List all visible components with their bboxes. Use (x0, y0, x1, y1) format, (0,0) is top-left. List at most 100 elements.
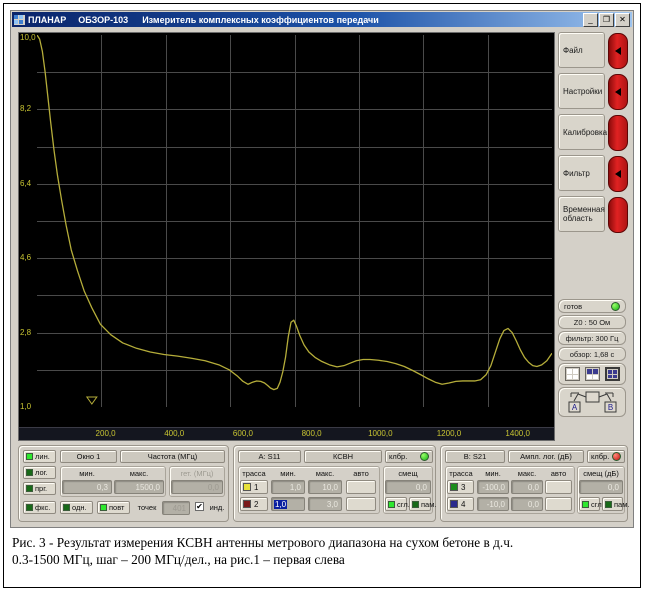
maximize-icon: ❐ (602, 15, 611, 24)
channel-a-format-selector[interactable]: КСВН (304, 450, 382, 463)
x-tick-label-0: 200,0 (95, 429, 116, 438)
title-bar: ПЛАНАР ОБЗОР-103 Измеритель комплексных … (12, 12, 632, 27)
menu-hardkey-4[interactable] (608, 156, 628, 192)
channel-a-trace-1-auto[interactable] (346, 480, 376, 494)
triangle-left-icon (615, 170, 621, 178)
channel-b-selector[interactable]: B: S21 (445, 450, 505, 463)
x-tick-label-6: 1400,0 (505, 429, 530, 438)
channel-b-smooth-button[interactable]: сгл. (579, 497, 604, 511)
layout-2x2-b-icon[interactable] (584, 367, 600, 381)
sweep-mode-lin-button[interactable]: лин. (23, 450, 56, 463)
trigger-single-button[interactable]: одн. (60, 501, 93, 514)
sweep-mode-fix-button[interactable]: фкс. (23, 501, 56, 514)
chart-canvas (36, 34, 553, 407)
window-selector[interactable]: Окно 1 (60, 450, 117, 463)
trace-2-color-swatch-icon (243, 500, 251, 508)
channel-a-panel: A: S11 КСВН клбр. трасса мин. макс. авто… (233, 445, 436, 522)
channel-b-trace-3-min[interactable]: -100,0 (477, 480, 509, 494)
channel-a-trace-2-min[interactable]: 1,0 (271, 497, 305, 511)
layout-2x2-c-icon[interactable] (604, 367, 620, 381)
channel-a-offset-field[interactable]: 0,0 (385, 480, 431, 494)
status-impedance[interactable]: Z0 : 50 Ом (558, 315, 626, 329)
y-axis (19, 33, 39, 440)
freq-min-field[interactable]: 0,3 (62, 480, 112, 494)
measurement-plot[interactable]: 1,0 2,8 4,6 6,4 8,2 10,0 200,0 400,0 600,0 800,0… (18, 32, 555, 441)
menu-button-label: Фильтр (563, 168, 590, 178)
menu-button-1[interactable]: Файл (558, 32, 605, 68)
menu-button-2[interactable]: Настройки (558, 73, 605, 109)
layout-2x2-a-icon[interactable] (564, 367, 580, 381)
trigger-repeat-button[interactable]: повт (97, 501, 130, 514)
log-led-icon (26, 469, 33, 476)
sweep-parameter-label: Частота (МГц) (147, 452, 198, 461)
channel-a-selector[interactable]: A: S11 (238, 450, 301, 463)
menu-button-3[interactable]: Калибровка (558, 114, 608, 150)
x-tick-label-5: 1200,0 (436, 429, 462, 438)
channel-a-trace-1-max[interactable]: 10,0 (308, 480, 342, 494)
menu-hardkey-2[interactable] (608, 74, 628, 110)
svg-text:A: A (572, 403, 578, 412)
ready-led-icon (611, 301, 620, 311)
channel-b-trace-3-auto[interactable] (545, 480, 572, 494)
channel-a-trace-2-button[interactable]: 2 (240, 497, 268, 511)
channel-a-smooth-button[interactable]: сгл. (385, 497, 410, 511)
channel-a-calibration[interactable]: клбр. (385, 450, 433, 463)
sweep-mode-prg-button[interactable]: прг. (23, 482, 56, 495)
status-filter[interactable]: фильтр: 300 Гц (558, 331, 626, 345)
trace-3-color-swatch-icon (450, 483, 458, 491)
channel-b-trace-4-label: 4 (461, 499, 466, 509)
channel-b-trace-4-button[interactable]: 4 (447, 497, 474, 511)
channel-b-calib-label: клбр. (591, 452, 610, 461)
menu-button-label: Калибровка (563, 127, 608, 137)
channel-b-trace-3-max[interactable]: 0,0 (511, 480, 543, 494)
menu-hardkey-3[interactable] (608, 115, 628, 151)
channel-a-memory-button[interactable]: пам. (409, 497, 436, 511)
col-max-label: макс. (129, 468, 149, 478)
side-menu-panel: Файл Настройки Калибровка Фильтр Временная о… (558, 32, 628, 441)
planar-logo-icon (14, 14, 25, 25)
generator-freq-field[interactable]: 0,0 (171, 480, 223, 494)
side-menu-row-5: Временная область (558, 196, 628, 234)
channel-a-trace-1-min[interactable]: 1,0 (271, 480, 305, 494)
menu-hardkey-5[interactable] (608, 197, 628, 233)
side-menu-row-4: Фильтр (558, 155, 628, 193)
channel-b-memory-button[interactable]: пам. (602, 497, 629, 511)
status-sweep-time[interactable]: обзор: 1,68 с (558, 347, 626, 361)
channel-b-trace-4-max[interactable]: 0,0 (511, 497, 543, 511)
side-menu-row-2: Настройки (558, 73, 628, 111)
trace-1-path (36, 34, 553, 391)
status-ready-label: готов (564, 301, 583, 311)
channel-a-trace-1-button[interactable]: 1 (240, 480, 268, 494)
maximize-button[interactable]: ❐ (599, 13, 614, 27)
channel-b-calibration[interactable]: клбр. (587, 450, 625, 463)
channel-b-offset-field[interactable]: 0,0 (579, 480, 623, 494)
x-tick-label-2: 600,0 (232, 429, 253, 438)
channel-b-memory-label: пам. (614, 499, 630, 509)
channel-b-trace-3-label: 3 (461, 482, 466, 492)
dut-diagram-button[interactable]: A B (558, 387, 626, 417)
indication-checkbox[interactable]: ✔ (195, 502, 204, 511)
channel-b-format-selector[interactable]: Ампл. лог. (дБ) (508, 450, 584, 463)
menu-button-5[interactable]: Временная область (558, 196, 605, 232)
channel-b-calib-led-icon (612, 452, 621, 461)
menu-hardkey-1[interactable] (608, 33, 628, 69)
freq-max-field[interactable]: 1500,0 (114, 480, 164, 494)
channel-b-trace-3-button[interactable]: 3 (447, 480, 474, 494)
points-field[interactable]: 401 (162, 501, 190, 515)
channel-b-col-auto: авто (550, 468, 567, 478)
channel-b-trace-4-auto[interactable] (545, 497, 572, 511)
close-icon: ✕ (619, 15, 626, 24)
channel-b-trace-4-min[interactable]: -10,0 (477, 497, 509, 511)
channel-a-trace-2-auto[interactable] (346, 497, 376, 511)
close-button[interactable]: ✕ (615, 13, 630, 27)
channel-a-trace-2-max[interactable]: 3,0 (308, 497, 342, 511)
x-axis: 200,0 400,0 600,0 800,0 1000,0 1200,0 1400,0 (19, 427, 554, 440)
channel-a-col-offset: смещ (398, 468, 418, 478)
sweep-mode-log-button[interactable]: лог. (23, 466, 56, 479)
channel-b-format-label: Ампл. лог. (дБ) (520, 452, 572, 461)
menu-button-4[interactable]: Фильтр (558, 155, 605, 191)
sweep-parameter-selector[interactable]: Частота (МГц) (120, 450, 225, 463)
sweep-mode-fix-label: фкс. (35, 503, 51, 512)
minimize-button[interactable]: _ (583, 13, 598, 27)
app-brand: ПЛАНАР (28, 14, 67, 25)
